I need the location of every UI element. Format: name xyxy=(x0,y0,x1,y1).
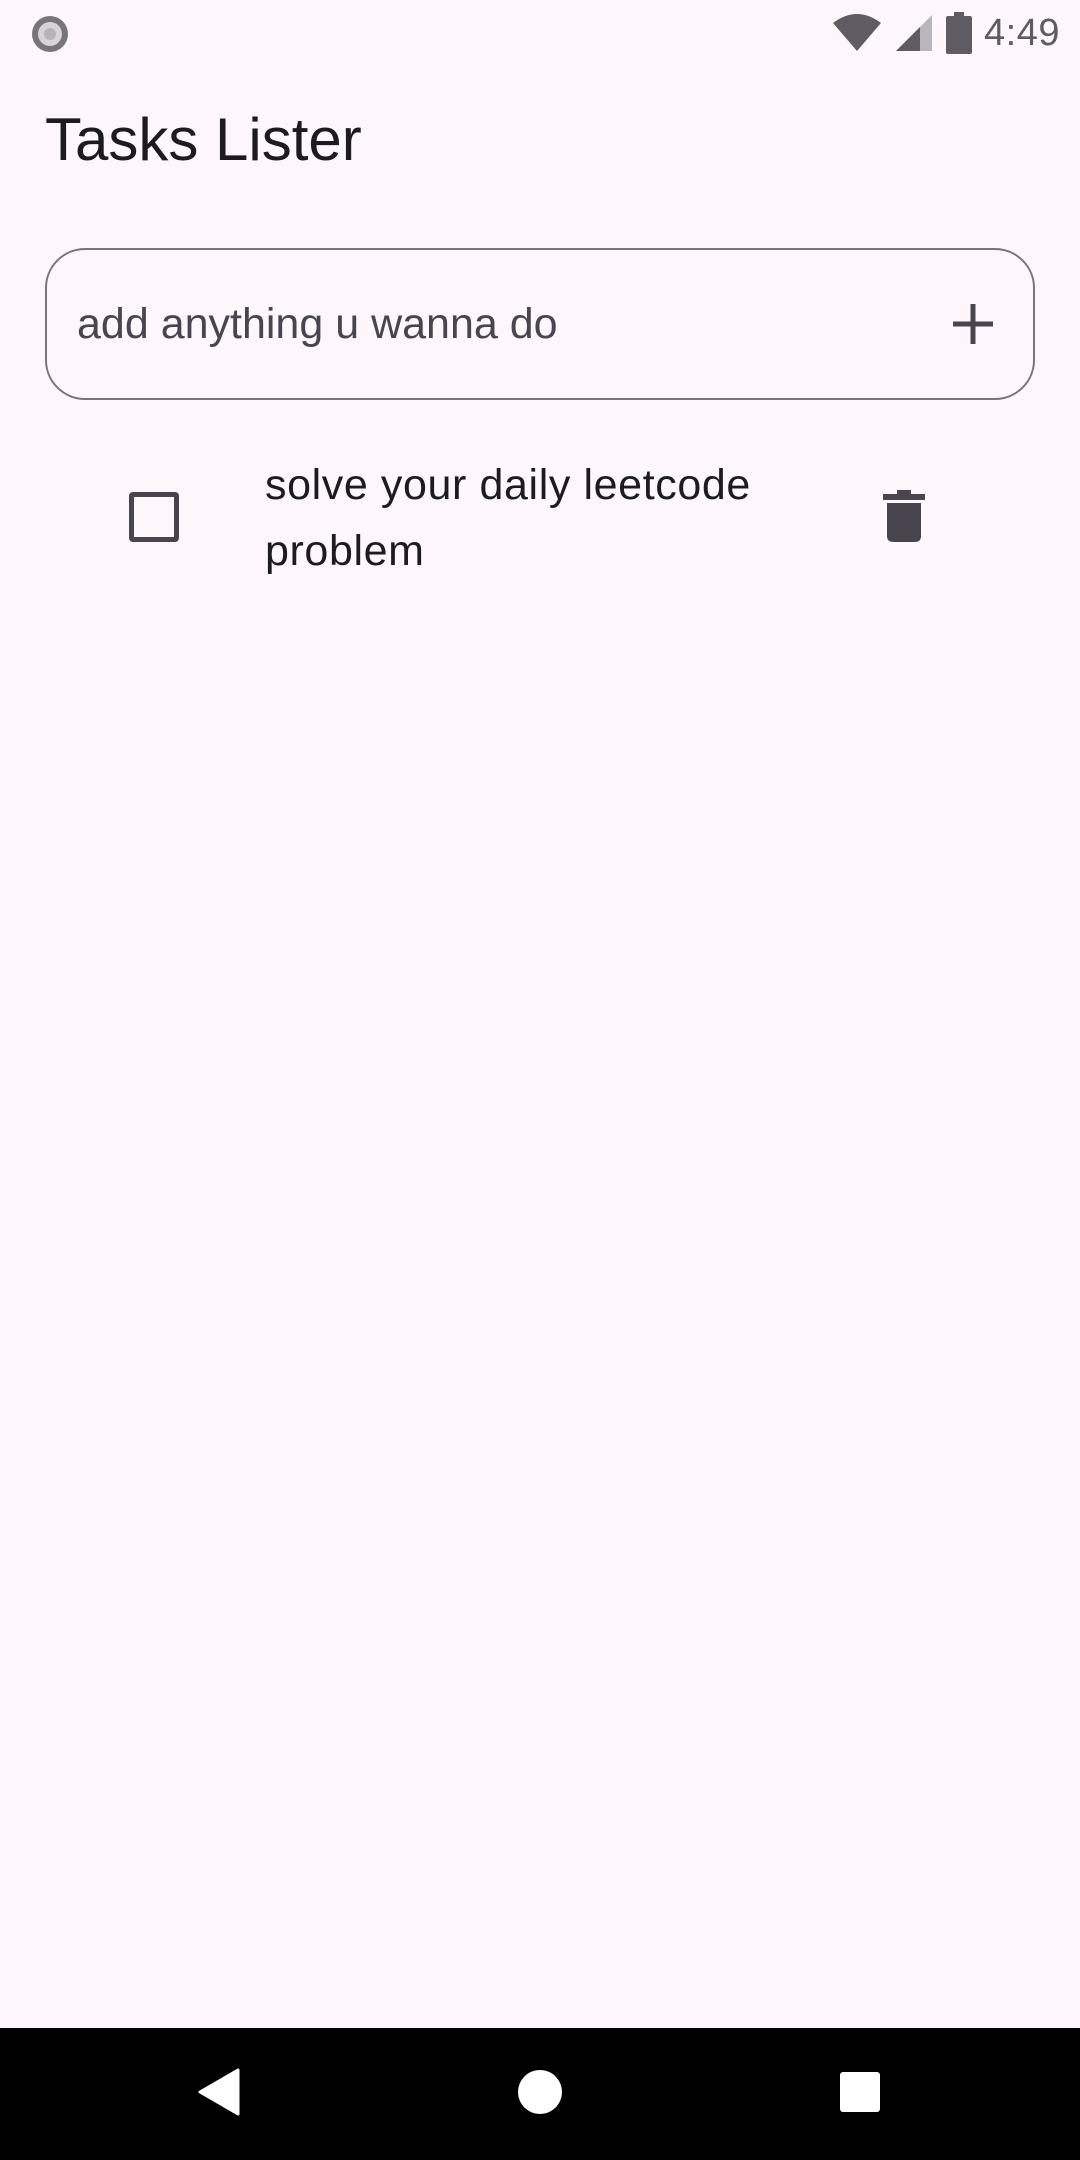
home-button[interactable] xyxy=(510,2064,570,2124)
status-icons: 4:49 xyxy=(832,8,1060,58)
task-checkbox[interactable] xyxy=(129,492,179,542)
trash-icon xyxy=(883,489,925,547)
status-time: 4:49 xyxy=(984,11,1060,54)
recents-icon xyxy=(839,2071,881,2118)
cell-signal-icon xyxy=(894,13,934,53)
back-icon xyxy=(198,2068,242,2121)
delete-task-button[interactable] xyxy=(878,488,930,548)
add-task-button[interactable] xyxy=(943,296,1003,356)
task-input-container xyxy=(45,248,1035,400)
status-bar: 4:49 xyxy=(0,0,1080,66)
navigation-bar xyxy=(0,2028,1080,2160)
home-icon xyxy=(517,2069,563,2120)
task-text: solve your daily leetcode problem xyxy=(265,461,751,575)
record-indicator-icon xyxy=(30,14,70,54)
plus-icon xyxy=(951,302,995,351)
wifi-icon xyxy=(832,13,882,53)
page-title: Tasks Lister xyxy=(45,106,362,173)
task-list-item: solve your daily leetcode problem xyxy=(0,440,1080,590)
battery-icon xyxy=(946,12,973,54)
task-input[interactable] xyxy=(77,250,937,398)
screen: 4:49 Tasks Lister solve your daily leetc… xyxy=(0,0,1080,2160)
back-button[interactable] xyxy=(190,2064,250,2124)
recents-button[interactable] xyxy=(830,2064,890,2124)
